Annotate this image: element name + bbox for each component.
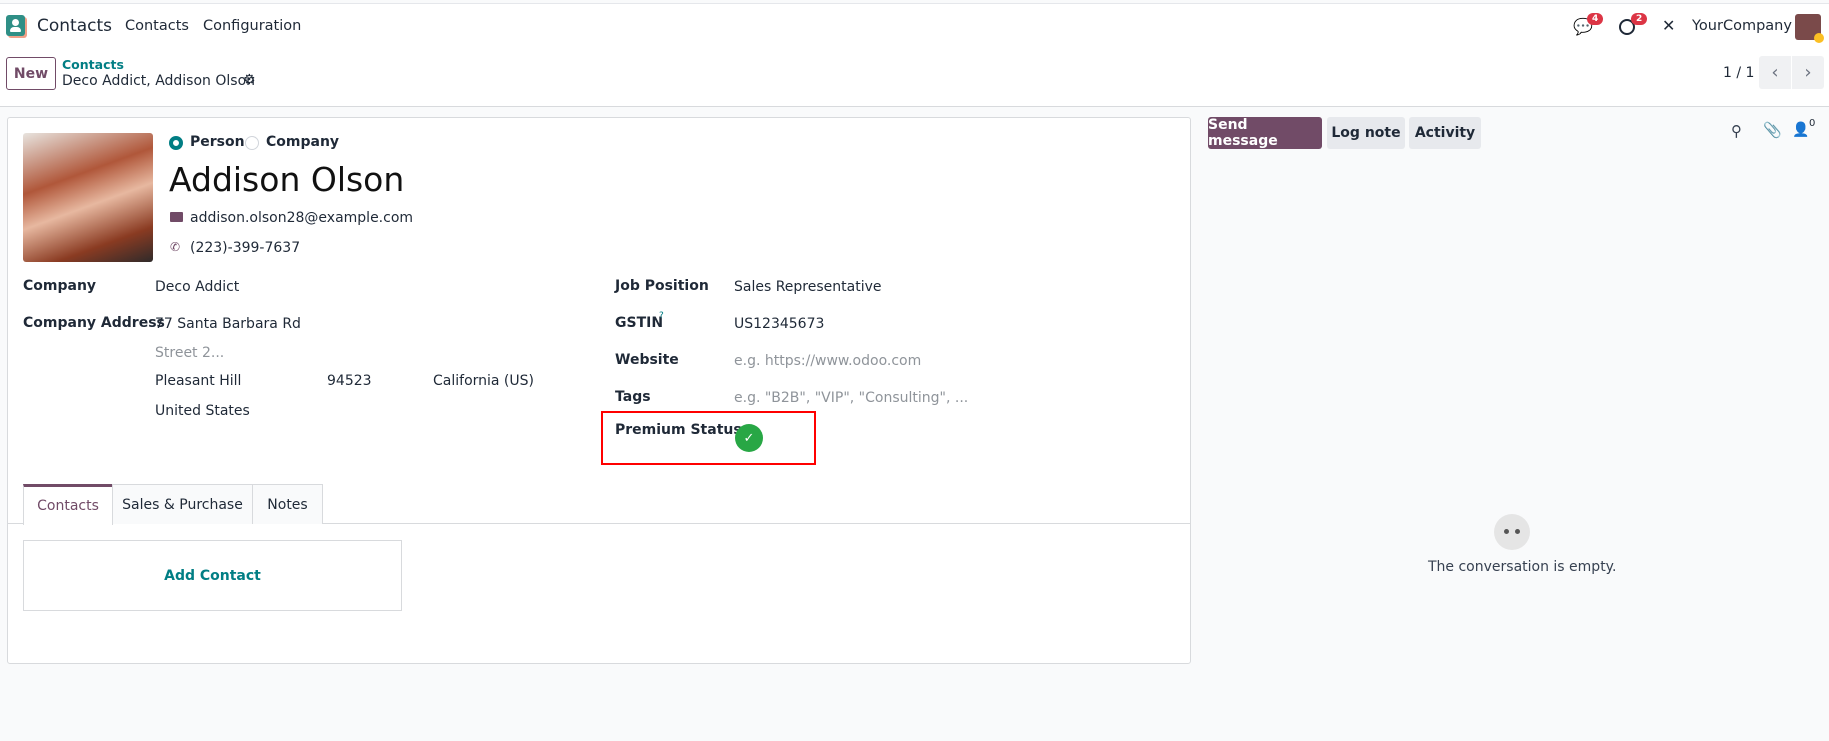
menu-contacts[interactable]: Contacts (125, 18, 189, 34)
city-field[interactable]: Pleasant Hill (155, 373, 241, 389)
breadcrumb-contacts[interactable]: Contacts (62, 57, 124, 72)
pager-previous-button[interactable]: ‹ (1759, 56, 1791, 89)
empty-conversation-icon (1494, 514, 1530, 550)
empty-conversation-text: The conversation is empty. (1428, 559, 1617, 575)
activity-button[interactable]: Activity (1409, 117, 1481, 149)
tags-field[interactable]: e.g. "B2B", "VIP", "Consulting", ... (734, 390, 968, 406)
street2-field[interactable]: Street 2... (155, 345, 224, 361)
tab-label: Contacts (37, 498, 99, 514)
gstin-label: GSTIN (615, 315, 664, 331)
add-contact-button[interactable]: Add Contact (23, 540, 402, 611)
followers-count: 0 (1809, 118, 1816, 129)
website-field[interactable]: e.g. https://www.odoo.com (734, 353, 921, 369)
followers-icon[interactable]: 👤 (1792, 122, 1809, 138)
email-field[interactable]: addison.olson28@example.com (190, 210, 413, 226)
contact-photo[interactable] (23, 133, 153, 262)
tags-label: Tags (615, 389, 651, 405)
website-label: Website (615, 352, 679, 368)
send-message-button[interactable]: Send message (1208, 117, 1322, 149)
breadcrumb-current: Deco Addict, Addison Olson (62, 73, 256, 89)
premium-status-label: Premium Status (615, 422, 742, 438)
premium-status-check-icon[interactable]: ✓ (735, 424, 763, 452)
new-button[interactable]: New (6, 57, 56, 90)
street-field[interactable]: 77 Santa Barbara Rd (155, 316, 301, 332)
phone-field[interactable]: (223)-399-7637 (190, 240, 300, 256)
type-person-label[interactable]: Person (190, 134, 245, 150)
type-person-radio[interactable] (169, 136, 183, 150)
menu-configuration[interactable]: Configuration (203, 18, 301, 34)
phone-icon: ✆ (170, 240, 181, 254)
messages-badge: 4 (1587, 13, 1604, 25)
contact-name[interactable]: Addison Olson (169, 160, 404, 199)
tab-notes[interactable]: Notes (252, 484, 323, 524)
gstin-field[interactable]: US12345673 (734, 316, 824, 332)
company-label: Company (23, 278, 97, 294)
pager-next-button[interactable]: › (1792, 56, 1824, 89)
tab-label: Sales & Purchase (122, 496, 243, 513)
premium-status-highlight (601, 411, 816, 465)
add-contact-label: Add Contact (164, 567, 261, 584)
address-label: Company Address (23, 315, 165, 331)
tab-contacts[interactable]: Contacts (23, 484, 113, 525)
zip-field[interactable]: 94523 (327, 373, 372, 389)
gstin-help-icon[interactable]: ? (659, 311, 664, 321)
job-position-label: Job Position (615, 278, 709, 294)
paperclip-icon[interactable]: 📎 (1763, 121, 1782, 139)
job-position-field[interactable]: Sales Representative (734, 279, 882, 295)
user-avatar[interactable] (1795, 14, 1824, 43)
search-icon[interactable]: ⚲ (1731, 122, 1742, 140)
company-switcher[interactable]: YourCompany (1692, 18, 1792, 34)
envelope-icon (170, 212, 183, 222)
activities-badge: 2 (1631, 13, 1648, 25)
log-note-button[interactable]: Log note (1327, 117, 1405, 149)
company-field[interactable]: Deco Addict (155, 279, 239, 295)
state-field[interactable]: California (US) (433, 373, 534, 389)
tab-label: Notes (267, 496, 308, 513)
control-panel: New Contacts Deco Addict, Addison Olson … (0, 49, 1829, 107)
tab-sales-purchase[interactable]: Sales & Purchase (112, 484, 253, 524)
gear-icon[interactable]: ⚙ (243, 72, 256, 88)
top-navbar: Contacts Contacts Configuration 💬 4 2 ✕ … (0, 3, 1829, 49)
tools-icon[interactable]: ✕ (1662, 16, 1675, 35)
country-field[interactable]: United States (155, 403, 250, 419)
pager-value[interactable]: 1 / 1 (1723, 65, 1754, 81)
type-company-label[interactable]: Company (266, 134, 339, 150)
contacts-app-icon[interactable] (6, 15, 25, 36)
type-company-radio[interactable] (245, 136, 259, 150)
app-name[interactable]: Contacts (37, 16, 112, 36)
